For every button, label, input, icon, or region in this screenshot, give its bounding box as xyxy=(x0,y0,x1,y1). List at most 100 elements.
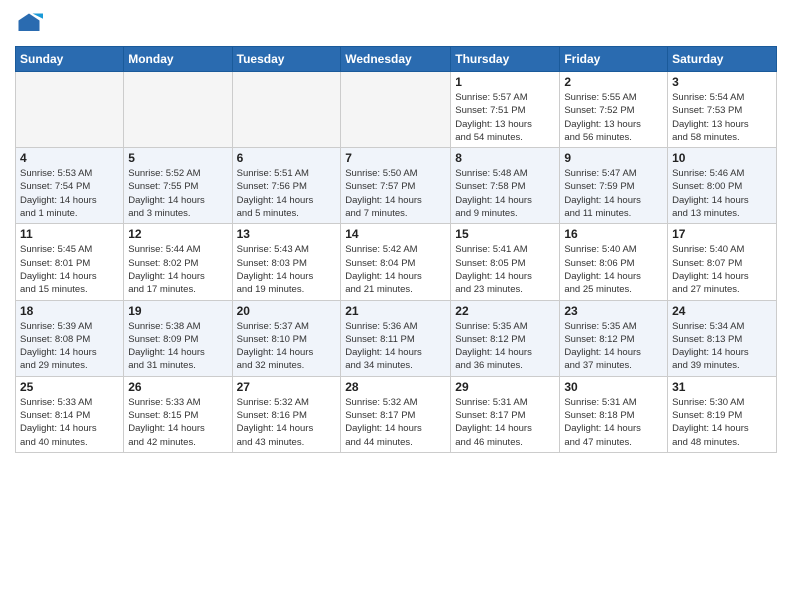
day-info: Sunrise: 5:30 AMSunset: 8:19 PMDaylight:… xyxy=(672,396,772,449)
col-header-monday: Monday xyxy=(124,47,232,72)
calendar-cell: 17 Sunrise: 5:40 AMSunset: 8:07 PMDayligh… xyxy=(668,224,777,300)
calendar-cell: 25 Sunrise: 5:33 AMSunset: 8:14 PMDayligh… xyxy=(16,376,124,452)
day-number: 27 xyxy=(237,380,337,394)
day-number: 7 xyxy=(345,151,446,165)
calendar-cell: 2 Sunrise: 5:55 AMSunset: 7:52 PMDaylight… xyxy=(560,72,668,148)
day-number: 18 xyxy=(20,304,119,318)
calendar-cell: 21 Sunrise: 5:36 AMSunset: 8:11 PMDayligh… xyxy=(341,300,451,376)
calendar-cell: 22Sunrise: 5:35 AMSunset: 8:12 PMDayligh… xyxy=(451,300,560,376)
day-number: 21 xyxy=(345,304,446,318)
calendar-cell: 12 Sunrise: 5:44 AMSunset: 8:02 PMDayligh… xyxy=(124,224,232,300)
calendar-cell: 6 Sunrise: 5:51 AMSunset: 7:56 PMDaylight… xyxy=(232,148,341,224)
calendar-cell xyxy=(16,72,124,148)
day-number: 22 xyxy=(455,304,555,318)
calendar-cell xyxy=(124,72,232,148)
day-info: Sunrise: 5:32 AMSunset: 8:16 PMDaylight:… xyxy=(237,396,337,449)
day-info: Sunrise: 5:57 AMSunset: 7:51 PMDaylight:… xyxy=(455,91,555,144)
col-header-friday: Friday xyxy=(560,47,668,72)
calendar-cell: 13 Sunrise: 5:43 AMSunset: 8:03 PMDayligh… xyxy=(232,224,341,300)
day-info: Sunrise: 5:54 AMSunset: 7:53 PMDaylight:… xyxy=(672,91,772,144)
day-number: 26 xyxy=(128,380,227,394)
day-number: 31 xyxy=(672,380,772,394)
day-info: Sunrise: 5:46 AMSunset: 8:00 PMDaylight:… xyxy=(672,167,772,220)
calendar-cell: 10 Sunrise: 5:46 AMSunset: 8:00 PMDayligh… xyxy=(668,148,777,224)
calendar-cell xyxy=(232,72,341,148)
calendar-cell: 26 Sunrise: 5:33 AMSunset: 8:15 PMDayligh… xyxy=(124,376,232,452)
day-number: 30 xyxy=(564,380,663,394)
calendar-cell: 8 Sunrise: 5:48 AMSunset: 7:58 PMDaylight… xyxy=(451,148,560,224)
day-number: 10 xyxy=(672,151,772,165)
calendar-week-row: 25 Sunrise: 5:33 AMSunset: 8:14 PMDayligh… xyxy=(16,376,777,452)
calendar-cell xyxy=(341,72,451,148)
day-number: 12 xyxy=(128,227,227,241)
day-number: 17 xyxy=(672,227,772,241)
day-number: 16 xyxy=(564,227,663,241)
day-number: 1 xyxy=(455,75,555,89)
day-info: Sunrise: 5:35 AMSunset: 8:12 PMDaylight:… xyxy=(564,320,663,373)
calendar-cell: 3 Sunrise: 5:54 AMSunset: 7:53 PMDaylight… xyxy=(668,72,777,148)
day-number: 5 xyxy=(128,151,227,165)
day-number: 29 xyxy=(455,380,555,394)
day-info: Sunrise: 5:40 AMSunset: 8:06 PMDaylight:… xyxy=(564,243,663,296)
calendar-week-row: 11 Sunrise: 5:45 AMSunset: 8:01 PMDayligh… xyxy=(16,224,777,300)
calendar-cell: 15Sunrise: 5:41 AMSunset: 8:05 PMDayligh… xyxy=(451,224,560,300)
calendar-cell: 23 Sunrise: 5:35 AMSunset: 8:12 PMDayligh… xyxy=(560,300,668,376)
day-number: 9 xyxy=(564,151,663,165)
day-info: Sunrise: 5:31 AMSunset: 8:17 PMDaylight:… xyxy=(455,396,555,449)
calendar-table: SundayMondayTuesdayWednesdayThursdayFrid… xyxy=(15,46,777,453)
day-number: 11 xyxy=(20,227,119,241)
day-number: 20 xyxy=(237,304,337,318)
header xyxy=(15,10,777,38)
day-number: 25 xyxy=(20,380,119,394)
calendar-cell: 9 Sunrise: 5:47 AMSunset: 7:59 PMDaylight… xyxy=(560,148,668,224)
day-number: 23 xyxy=(564,304,663,318)
day-info: Sunrise: 5:33 AMSunset: 8:15 PMDaylight:… xyxy=(128,396,227,449)
calendar-cell: 20 Sunrise: 5:37 AMSunset: 8:10 PMDayligh… xyxy=(232,300,341,376)
day-number: 6 xyxy=(237,151,337,165)
logo xyxy=(15,10,47,38)
day-info: Sunrise: 5:36 AMSunset: 8:11 PMDaylight:… xyxy=(345,320,446,373)
day-number: 4 xyxy=(20,151,119,165)
calendar-cell: 14 Sunrise: 5:42 AMSunset: 8:04 PMDayligh… xyxy=(341,224,451,300)
day-info: Sunrise: 5:34 AMSunset: 8:13 PMDaylight:… xyxy=(672,320,772,373)
calendar-cell: 5 Sunrise: 5:52 AMSunset: 7:55 PMDaylight… xyxy=(124,148,232,224)
day-info: Sunrise: 5:48 AMSunset: 7:58 PMDaylight:… xyxy=(455,167,555,220)
day-number: 15 xyxy=(455,227,555,241)
day-number: 3 xyxy=(672,75,772,89)
calendar-cell: 24Sunrise: 5:34 AMSunset: 8:13 PMDayligh… xyxy=(668,300,777,376)
day-info: Sunrise: 5:51 AMSunset: 7:56 PMDaylight:… xyxy=(237,167,337,220)
day-number: 28 xyxy=(345,380,446,394)
day-number: 14 xyxy=(345,227,446,241)
day-info: Sunrise: 5:44 AMSunset: 8:02 PMDaylight:… xyxy=(128,243,227,296)
calendar-cell: 28 Sunrise: 5:32 AMSunset: 8:17 PMDayligh… xyxy=(341,376,451,452)
day-info: Sunrise: 5:37 AMSunset: 8:10 PMDaylight:… xyxy=(237,320,337,373)
day-number: 13 xyxy=(237,227,337,241)
day-info: Sunrise: 5:45 AMSunset: 8:01 PMDaylight:… xyxy=(20,243,119,296)
day-number: 2 xyxy=(564,75,663,89)
day-info: Sunrise: 5:38 AMSunset: 8:09 PMDaylight:… xyxy=(128,320,227,373)
logo-icon xyxy=(15,10,43,38)
calendar-cell: 18 Sunrise: 5:39 AMSunset: 8:08 PMDayligh… xyxy=(16,300,124,376)
day-info: Sunrise: 5:33 AMSunset: 8:14 PMDaylight:… xyxy=(20,396,119,449)
day-info: Sunrise: 5:53 AMSunset: 7:54 PMDaylight:… xyxy=(20,167,119,220)
day-info: Sunrise: 5:32 AMSunset: 8:17 PMDaylight:… xyxy=(345,396,446,449)
col-header-tuesday: Tuesday xyxy=(232,47,341,72)
day-info: Sunrise: 5:40 AMSunset: 8:07 PMDaylight:… xyxy=(672,243,772,296)
day-number: 8 xyxy=(455,151,555,165)
day-info: Sunrise: 5:39 AMSunset: 8:08 PMDaylight:… xyxy=(20,320,119,373)
day-info: Sunrise: 5:50 AMSunset: 7:57 PMDaylight:… xyxy=(345,167,446,220)
calendar-cell: 30Sunrise: 5:31 AMSunset: 8:18 PMDayligh… xyxy=(560,376,668,452)
day-info: Sunrise: 5:42 AMSunset: 8:04 PMDaylight:… xyxy=(345,243,446,296)
day-info: Sunrise: 5:55 AMSunset: 7:52 PMDaylight:… xyxy=(564,91,663,144)
calendar-cell: 29 Sunrise: 5:31 AMSunset: 8:17 PMDayligh… xyxy=(451,376,560,452)
calendar-cell: 19Sunrise: 5:38 AMSunset: 8:09 PMDayligh… xyxy=(124,300,232,376)
calendar-cell: 31 Sunrise: 5:30 AMSunset: 8:19 PMDayligh… xyxy=(668,376,777,452)
day-info: Sunrise: 5:43 AMSunset: 8:03 PMDaylight:… xyxy=(237,243,337,296)
page: SundayMondayTuesdayWednesdayThursdayFrid… xyxy=(0,0,792,612)
col-header-saturday: Saturday xyxy=(668,47,777,72)
col-header-wednesday: Wednesday xyxy=(341,47,451,72)
day-info: Sunrise: 5:47 AMSunset: 7:59 PMDaylight:… xyxy=(564,167,663,220)
calendar-cell: 1 Sunrise: 5:57 AMSunset: 7:51 PMDaylight… xyxy=(451,72,560,148)
day-info: Sunrise: 5:52 AMSunset: 7:55 PMDaylight:… xyxy=(128,167,227,220)
calendar-week-row: 1 Sunrise: 5:57 AMSunset: 7:51 PMDaylight… xyxy=(16,72,777,148)
